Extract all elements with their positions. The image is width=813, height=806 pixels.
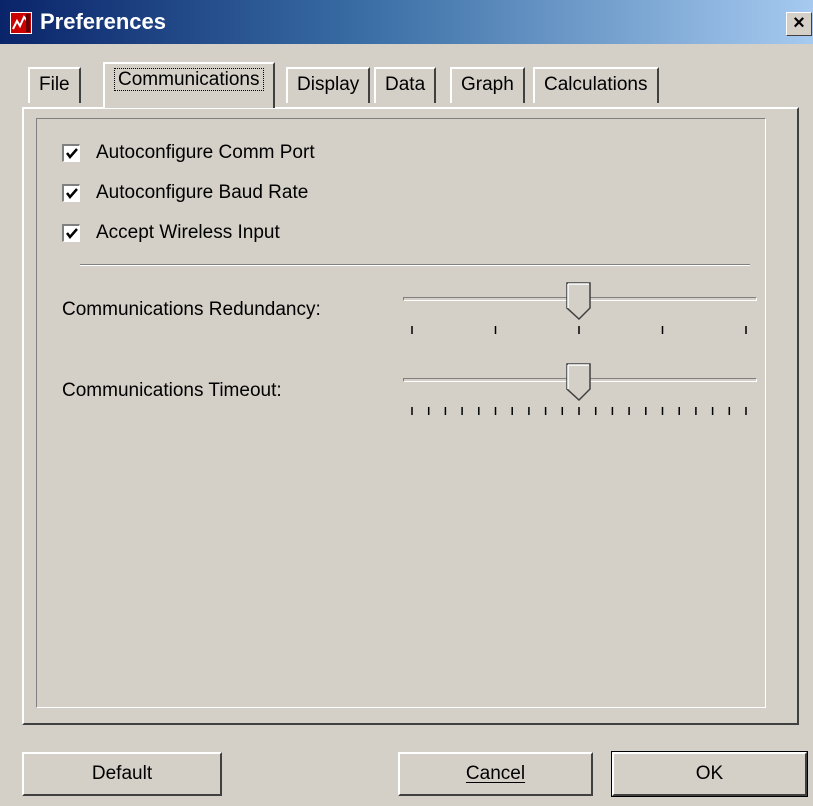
checkbox-box[interactable] <box>62 144 80 162</box>
autoconfigure-baud-rate-checkbox[interactable]: Autoconfigure Baud Rate <box>62 181 308 205</box>
redundancy-slider-thumb[interactable] <box>566 282 592 320</box>
close-button[interactable]: × <box>786 12 812 36</box>
tab-label: Communications <box>114 68 264 91</box>
default-button[interactable]: Default <box>22 752 222 796</box>
timeout-slider-ticks <box>411 407 747 415</box>
title-bar[interactable]: Preferences × <box>0 0 813 44</box>
timeout-slider-thumb[interactable] <box>566 363 592 401</box>
ok-button[interactable]: OK <box>611 751 808 797</box>
cancel-button-label: Cancel <box>465 763 526 784</box>
checkbox-box[interactable] <box>62 184 80 202</box>
default-button-label: Default <box>91 763 153 784</box>
tab-file[interactable]: File <box>28 67 81 103</box>
tab-label: File <box>39 74 70 95</box>
checkbox-label: Autoconfigure Baud Rate <box>96 182 309 203</box>
tab-label: Graph <box>461 74 514 95</box>
separator <box>80 264 750 266</box>
app-chart-icon <box>10 12 32 34</box>
cancel-button[interactable]: Cancel <box>398 752 593 796</box>
redundancy-slider-ticks <box>411 326 747 334</box>
tab-data[interactable]: Data <box>374 67 437 103</box>
tab-display[interactable]: Display <box>286 67 371 103</box>
communications-redundancy-label: Communications Redundancy: <box>62 299 321 320</box>
checkbox-box[interactable] <box>62 224 80 242</box>
checkmark-icon <box>66 228 78 239</box>
accept-wireless-input-checkbox[interactable]: Accept Wireless Input <box>62 221 280 245</box>
communications-timeout-label: Communications Timeout: <box>62 380 282 401</box>
checkbox-label: Accept Wireless Input <box>96 222 280 243</box>
checkmark-icon <box>66 188 78 199</box>
tab-graph[interactable]: Graph <box>450 67 525 103</box>
checkbox-label: Autoconfigure Comm Port <box>96 142 315 163</box>
autoconfigure-comm-port-checkbox[interactable]: Autoconfigure Comm Port <box>62 141 315 165</box>
ok-button-label: OK <box>695 763 724 784</box>
tab-label: Calculations <box>544 74 648 95</box>
close-icon: × <box>793 12 805 34</box>
checkmark-icon <box>66 148 78 159</box>
tab-communications[interactable]: Communications <box>103 62 275 108</box>
tab-label: Data <box>385 74 426 95</box>
window-title: Preferences <box>40 9 166 34</box>
tab-label: Display <box>297 74 360 95</box>
tab-calculations[interactable]: Calculations <box>533 67 659 103</box>
